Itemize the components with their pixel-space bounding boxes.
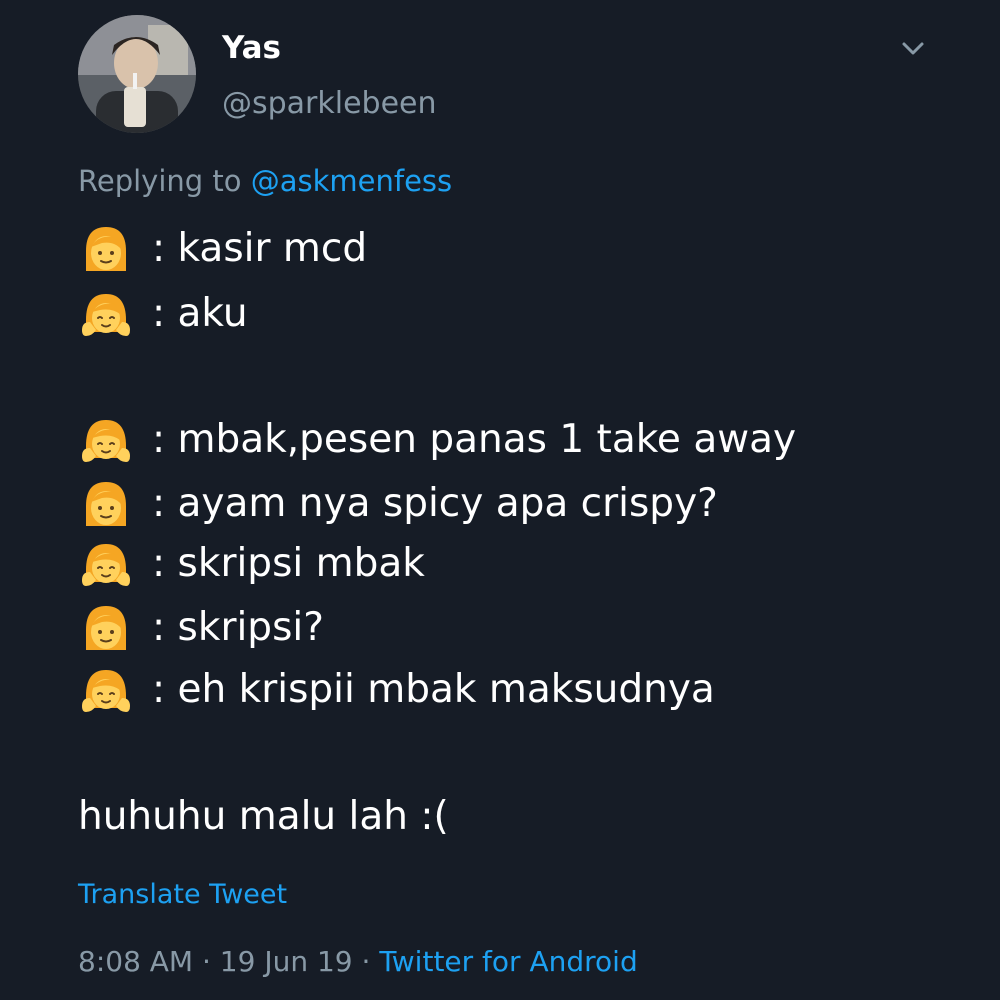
chat-line-text: : ayam nya spicy apa crispy? (152, 481, 718, 526)
chat-line-me: : aku (78, 284, 248, 344)
chat-line-text: : skripsi mbak (152, 541, 425, 586)
user-handle[interactable]: @sparklebeen (222, 86, 437, 122)
woman-emoji-icon (86, 227, 126, 271)
chat-line-text: : kasir mcd (152, 226, 368, 271)
profile-photo-icon (78, 15, 196, 133)
meta-separator: · (193, 945, 220, 978)
chat-line-cashier: : skripsi? (78, 598, 324, 658)
woman-gesturing-ok-emoji-icon (82, 544, 130, 586)
tweet-meta: 8:08 AM · 19 Jun 19 · Twitter for Androi… (78, 944, 638, 980)
chat-line-me: : eh krispii mbak maksudnya (78, 660, 715, 720)
tweet-closing-text: huhuhu malu lah :( (78, 794, 449, 839)
display-name[interactable]: Yas (222, 30, 281, 66)
replying-to-line: Replying to @askmenfess (78, 163, 452, 199)
tweet-time: 8:08 AM (78, 945, 194, 978)
chat-line-text: : skripsi? (152, 605, 324, 650)
translate-tweet-link[interactable]: Translate Tweet (78, 878, 287, 912)
woman-gesturing-ok-emoji-icon (82, 294, 130, 336)
chat-line-me: : skripsi mbak (78, 534, 425, 594)
replying-to-label: Replying to (78, 164, 251, 198)
tweet-date: 19 Jun 19 (219, 945, 353, 978)
woman-emoji-icon (86, 482, 126, 526)
chat-line-text: : eh krispii mbak maksudnya (152, 667, 715, 712)
woman-emoji-icon (86, 606, 126, 650)
avatar[interactable] (78, 15, 196, 133)
woman-gesturing-ok-emoji-icon (82, 670, 130, 712)
chevron-down-icon[interactable] (896, 34, 930, 64)
tweet-source-link[interactable]: Twitter for Android (379, 945, 637, 978)
chat-line-cashier: : kasir mcd (78, 219, 367, 279)
tweet-card: Yas @sparklebeen Replying to @askmenfess… (0, 0, 1000, 1000)
chat-line-me: : mbak,pesen panas 1 take away (78, 410, 796, 470)
chat-line-text: : mbak,pesen panas 1 take away (152, 417, 797, 462)
chat-line-cashier: : ayam nya spicy apa crispy? (78, 474, 718, 534)
reply-mention-link[interactable]: @askmenfess (251, 164, 452, 198)
woman-gesturing-ok-emoji-icon (82, 420, 130, 462)
meta-separator: · (352, 945, 380, 978)
chat-line-text: : aku (152, 291, 248, 336)
